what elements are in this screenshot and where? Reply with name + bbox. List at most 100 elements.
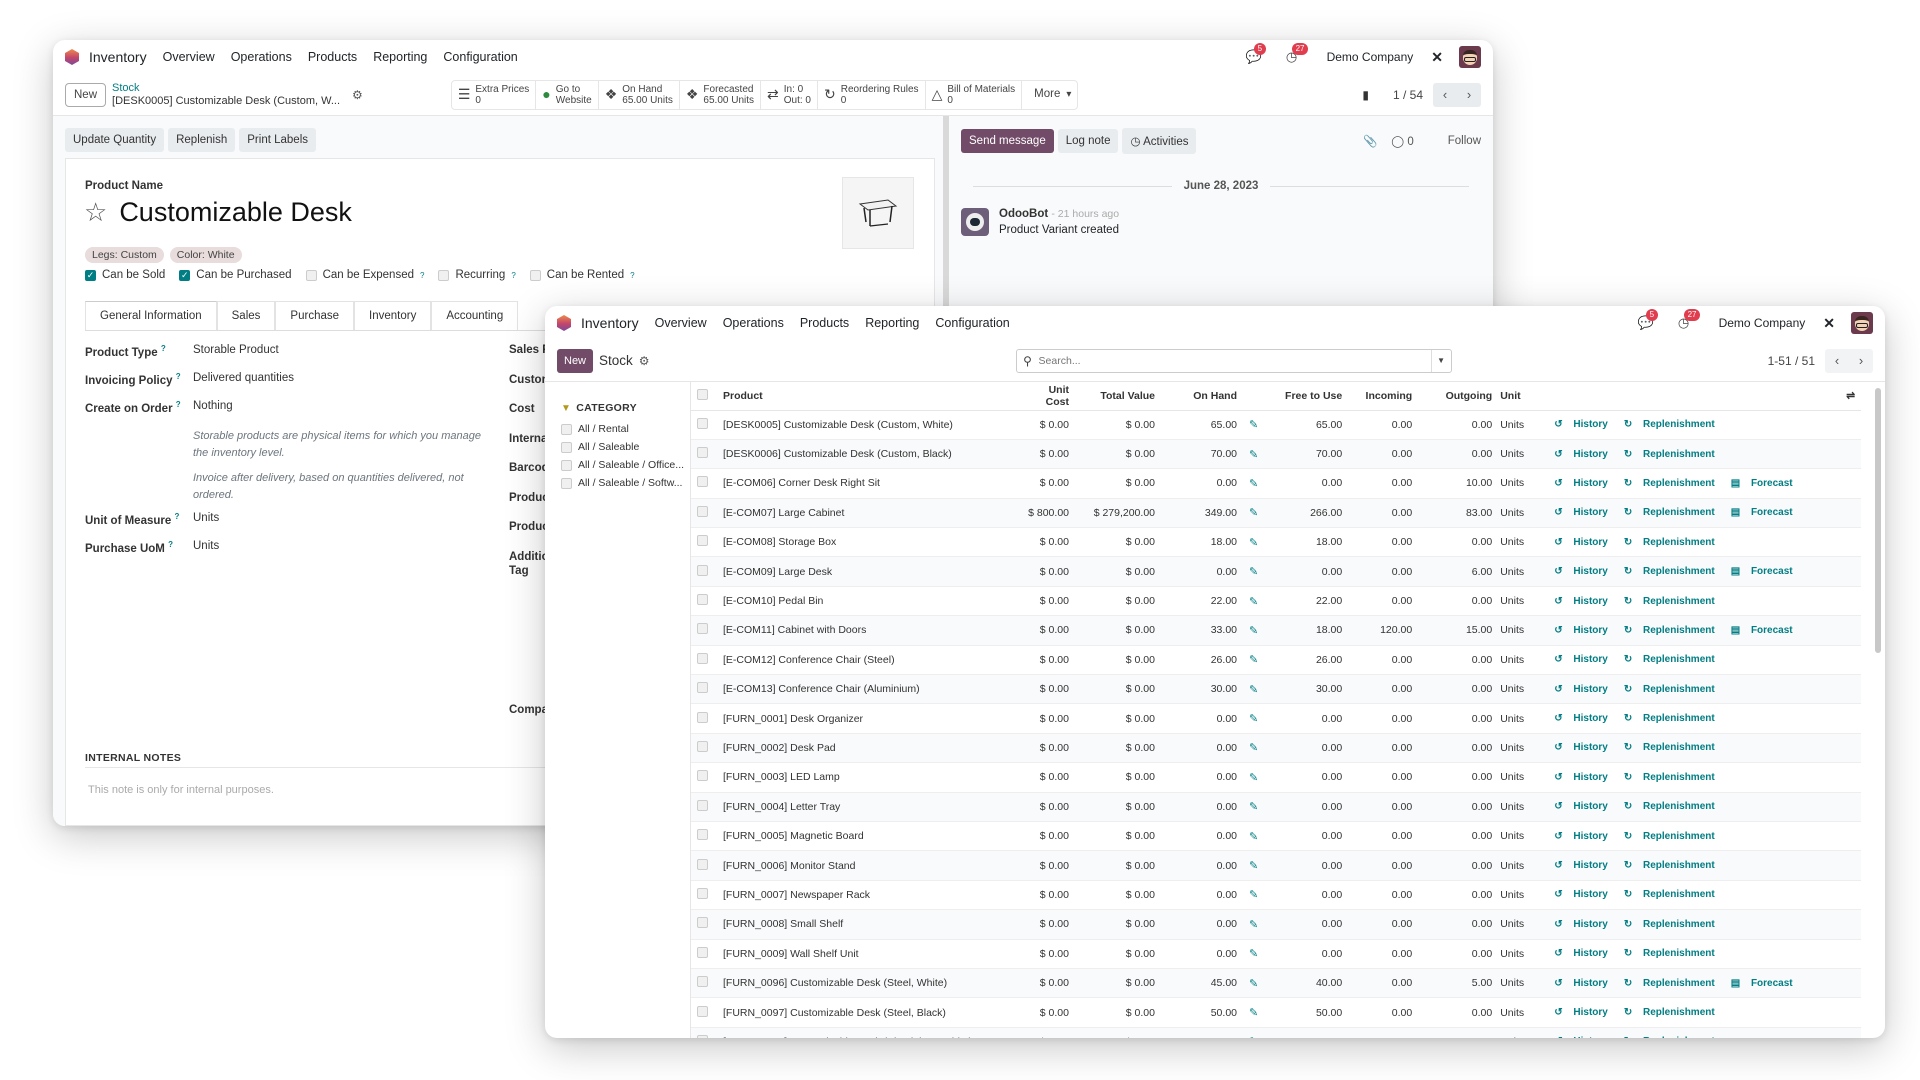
product-type-field[interactable]: Storable Product [193, 344, 279, 356]
product-cell[interactable]: [E-COM08] Storage Box [717, 527, 1017, 558]
replenishment-button[interactable]: ↻ Replenishment [1624, 537, 1723, 548]
log-note-button[interactable]: Log note [1057, 129, 1119, 153]
history-button[interactable]: ↺ History [1554, 1036, 1616, 1038]
table-row[interactable]: [FURN_0004] Letter Tray $ 0.00 $ 0.00 0.00 ✎… [691, 792, 1861, 822]
edit-quantity-pencil-icon[interactable]: ✎ [1249, 1036, 1258, 1038]
table-row[interactable]: [E-COM10] Pedal Bin $ 0.00 $ 0.00 22.00 ✎ 22.… [691, 586, 1861, 617]
table-row[interactable]: [E-COM13] Conference Chair (Aluminium) $ … [691, 674, 1861, 705]
replenishment-button[interactable]: ↻ Replenishment [1624, 654, 1723, 665]
menu-configuration[interactable]: Configuration [935, 316, 1009, 330]
next-page-button[interactable]: › [1849, 349, 1873, 373]
message-author[interactable]: OdooBot [999, 208, 1048, 220]
checkbox-unchecked-icon[interactable] [561, 459, 572, 471]
table-row[interactable]: [FURN_0001] Desk Organizer $ 0.00 $ 0.00 0.… [691, 703, 1861, 734]
can-be-expensed-checkbox[interactable]: Can be Expensed? [305, 269, 424, 281]
unit-of-measure-field[interactable]: Units [193, 512, 219, 524]
row-checkbox[interactable] [697, 829, 708, 841]
menu-products[interactable]: Products [800, 316, 849, 330]
replenishment-button[interactable]: ↻ Replenishment [1624, 684, 1723, 695]
help-icon[interactable]: ? [176, 372, 181, 381]
edit-quantity-pencil-icon[interactable]: ✎ [1249, 772, 1258, 784]
user-avatar[interactable] [1851, 312, 1873, 334]
product-name-field[interactable]: ☆ Customizable Desk [84, 197, 352, 228]
replenishment-button[interactable]: ↻ Replenishment [1624, 948, 1723, 959]
table-row[interactable]: [DESK0005] Customizable Desk (Custom, Wh… [691, 410, 1861, 440]
help-icon[interactable]: ? [511, 271, 515, 280]
product-cell[interactable]: [FURN_0097] Customizable Desk (Steel, Bl… [717, 997, 1017, 1028]
category-filter-item[interactable]: All / Rental [561, 420, 690, 438]
product-cell[interactable]: [FURN_0008] Small Shelf [717, 909, 1017, 940]
history-button[interactable]: ↺ History [1554, 507, 1616, 518]
menu-reporting[interactable]: Reporting [865, 316, 919, 330]
table-row[interactable]: [E-COM09] Large Desk $ 0.00 $ 0.00 0.00 ✎ 0.0… [691, 556, 1861, 587]
checkbox-unchecked-icon[interactable] [561, 423, 572, 435]
history-button[interactable]: ↺ History [1554, 978, 1616, 989]
help-icon[interactable]: ? [168, 540, 173, 549]
row-checkbox[interactable] [697, 417, 708, 429]
forecast-button[interactable]: ▤ Forecast [1731, 507, 1801, 518]
column-total-value[interactable]: Total Value [1075, 382, 1161, 411]
product-cell[interactable]: [DESK0005] Customizable Desk (Custom, Wh… [717, 410, 1017, 440]
row-checkbox[interactable] [697, 740, 708, 752]
row-checkbox[interactable] [697, 682, 708, 694]
edit-quantity-pencil-icon[interactable]: ✎ [1249, 742, 1258, 754]
row-checkbox[interactable] [697, 535, 708, 547]
pager-value[interactable]: 1-51 / 51 [1768, 354, 1815, 368]
can-be-purchased-checkbox[interactable]: ✓ Can be Purchased [179, 269, 292, 281]
help-icon[interactable]: ? [420, 271, 424, 280]
row-checkbox[interactable] [697, 799, 708, 811]
row-checkbox[interactable] [697, 652, 708, 664]
optional-columns-toggle-icon[interactable]: ⇌ [1846, 390, 1855, 402]
edit-quantity-pencil-icon[interactable]: ✎ [1249, 449, 1258, 461]
product-cell[interactable]: [FURN_0009] Wall Shelf Unit [717, 939, 1017, 969]
replenishment-button[interactable]: ↻ Replenishment [1624, 742, 1723, 753]
recurring-checkbox[interactable]: Recurring? [438, 269, 516, 281]
product-cell[interactable]: [FURN_0004] Letter Tray [717, 792, 1017, 822]
activities-clock-icon[interactable]: ◷ 27 [1283, 43, 1309, 65]
more-dropdown[interactable]: More ▾ [1022, 81, 1077, 109]
edit-quantity-pencil-icon[interactable]: ✎ [1249, 801, 1258, 813]
row-checkbox[interactable] [697, 1005, 708, 1017]
user-avatar[interactable] [1459, 46, 1481, 68]
replenishment-button[interactable]: ↻ Replenishment [1624, 772, 1723, 783]
extra-prices-button[interactable]: ☰ Extra Prices 0 [452, 80, 537, 109]
product-cell[interactable]: [FURN_0098] Customizable Desk (Aluminium… [717, 1027, 1017, 1038]
replenishment-button[interactable]: ↻ Replenishment [1624, 1007, 1723, 1018]
checkbox-unchecked-icon[interactable] [561, 477, 572, 489]
checkbox-unchecked-icon[interactable] [305, 269, 317, 281]
gear-icon[interactable]: ⚙ [352, 88, 363, 102]
table-row[interactable]: [FURN_0006] Monitor Stand $ 0.00 $ 0.00 0.0… [691, 850, 1861, 881]
messages-icon[interactable]: 💬 5 [1245, 43, 1267, 65]
history-button[interactable]: ↺ History [1554, 596, 1616, 607]
tab-accounting[interactable]: Accounting [431, 301, 519, 330]
table-row[interactable]: [E-COM08] Storage Box $ 0.00 $ 0.00 18.00 ✎ 1… [691, 527, 1861, 558]
new-button[interactable]: New [65, 82, 107, 107]
row-checkbox[interactable] [697, 1034, 708, 1038]
can-be-rented-checkbox[interactable]: Can be Rented? [529, 269, 635, 281]
product-cell[interactable]: [FURN_0002] Desk Pad [717, 733, 1017, 764]
edit-quantity-pencil-icon[interactable]: ✎ [1249, 831, 1258, 843]
edit-quantity-pencil-icon[interactable]: ✎ [1249, 713, 1258, 725]
table-row[interactable]: [E-COM06] Corner Desk Right Sit $ 0.00 $ 0… [691, 468, 1861, 499]
table-row[interactable]: [E-COM11] Cabinet with Doors $ 0.00 $ 0.00… [691, 615, 1861, 646]
history-button[interactable]: ↺ History [1554, 419, 1616, 430]
checkbox-checked-icon[interactable]: ✓ [179, 269, 191, 281]
search-input[interactable] [1038, 354, 1431, 367]
row-checkbox[interactable] [697, 623, 708, 635]
prev-page-button[interactable]: ‹ [1825, 349, 1849, 373]
history-button[interactable]: ↺ History [1554, 860, 1616, 871]
app-name[interactable]: Inventory [89, 49, 147, 65]
replenishment-button[interactable]: ↻ Replenishment [1624, 801, 1723, 812]
history-button[interactable]: ↺ History [1554, 566, 1616, 577]
edit-quantity-pencil-icon[interactable]: ✎ [1249, 625, 1258, 637]
edit-quantity-pencil-icon[interactable]: ✎ [1249, 919, 1258, 931]
history-button[interactable]: ↺ History [1554, 831, 1616, 842]
prev-record-button[interactable]: ‹ [1433, 83, 1457, 107]
breadcrumb-stock-link[interactable]: Stock [112, 82, 340, 95]
table-row[interactable]: [FURN_0009] Wall Shelf Unit $ 0.00 $ 0.00 0… [691, 939, 1861, 969]
row-checkbox[interactable] [697, 917, 708, 929]
app-name[interactable]: Inventory [581, 315, 639, 331]
row-checkbox[interactable] [697, 711, 708, 723]
table-row[interactable]: [FURN_0003] LED Lamp $ 0.00 $ 0.00 0.00 ✎ 0.0… [691, 762, 1861, 793]
bill-of-materials-button[interactable]: △ Bill of Materials 0 [926, 80, 1023, 109]
